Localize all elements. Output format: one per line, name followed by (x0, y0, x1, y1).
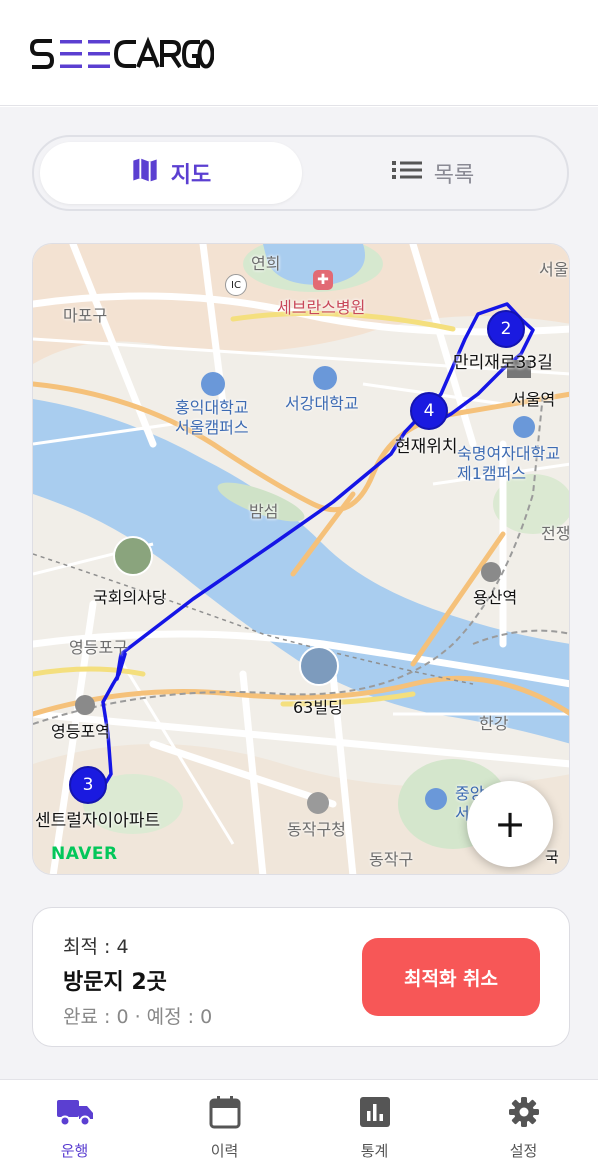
naver-logo: NAVER (51, 844, 118, 864)
app-logo (29, 36, 215, 76)
university-icon (425, 788, 447, 810)
ic-icon: IC (225, 274, 247, 296)
list-icon (391, 159, 422, 187)
station-icon (75, 695, 95, 715)
tab-history-label: 이력 (210, 1142, 239, 1160)
map-label-bamseom: 밤섬 (249, 502, 279, 521)
route-marker-2-label: 만리재로33길 (453, 353, 553, 373)
tab-stats-label: 통계 (360, 1142, 389, 1160)
map-label-hangang: 한강 (479, 714, 509, 733)
tab-settings-label: 설정 (509, 1142, 538, 1160)
tab-stats[interactable]: 통계 (300, 1080, 449, 1176)
view-toggle: 지도 목록 (32, 135, 569, 211)
main-content: 지도 목록 IC ✚ 연희 서울 세브란스병원 마포구 홍익대학교 서울캠퍼스 … (0, 107, 598, 1079)
visit-count: 방문지 2곳 (63, 970, 167, 995)
calendar-icon (209, 1094, 241, 1130)
bar-chart-icon (359, 1094, 390, 1130)
bottom-tab-bar: 운행 이력 통계 설정 (0, 1079, 598, 1176)
map-label-dongjak-office: 동작구청 (287, 820, 346, 839)
progress-status: 완료 : 0 · 예정 : 0 (63, 1006, 213, 1028)
map-label-yongsan-station: 용산역 (473, 588, 518, 607)
route-marker-4[interactable]: 4 (410, 392, 448, 430)
map-label-sookmyung-2: 제1캠퍼스 (457, 464, 527, 483)
map-label-63-building: 63빌딩 (293, 698, 343, 717)
tab-driving-label: 운행 (60, 1142, 89, 1160)
map-label-yeongdeungpo-station: 영등포역 (51, 722, 110, 741)
list-view-tab[interactable]: 목록 (302, 142, 564, 204)
map-label-yeonhui: 연희 (251, 254, 281, 273)
map-label-severance: 세브란스병원 (277, 298, 366, 317)
map-label-national-assembly: 국회의사당 (93, 588, 167, 607)
map-label-jeonjaeng: 전쟁 (541, 524, 570, 543)
building63-photo-icon (299, 646, 339, 686)
list-view-label: 목록 (433, 163, 475, 188)
map-view-label: 지도 (170, 163, 212, 188)
university-icon (313, 366, 337, 390)
tab-driving[interactable]: 운행 (0, 1080, 149, 1176)
current-location-label: 현재위치 (395, 437, 458, 457)
station-icon (481, 562, 501, 582)
government-office-icon (307, 792, 329, 814)
zoom-in-button[interactable]: + (467, 781, 553, 867)
map-label-hongik-2: 서울캠퍼스 (175, 418, 249, 437)
map-label-yeongdeungpo-gu: 영등포구 (69, 638, 128, 657)
map-icon (131, 156, 159, 190)
plus-icon: + (494, 802, 526, 846)
tab-history[interactable]: 이력 (150, 1080, 299, 1176)
national-assembly-photo-icon (113, 536, 153, 576)
ic-text: IC (231, 279, 241, 291)
university-icon (201, 372, 225, 396)
hospital-icon: ✚ (313, 270, 333, 290)
map-label-edge: 국 (545, 848, 559, 866)
tab-settings[interactable]: 설정 (449, 1080, 598, 1176)
university-icon (513, 416, 535, 438)
map-label-seoul: 서울 (539, 260, 569, 279)
route-marker-number: 4 (423, 401, 435, 421)
gear-icon (508, 1094, 540, 1130)
route-marker-number: 2 (500, 319, 512, 339)
map-label-sogang: 서강대학교 (285, 394, 359, 413)
route-marker-3[interactable]: 3 (69, 766, 107, 804)
route-marker-2[interactable]: 2 (487, 310, 525, 348)
map-label-dongjak: 동작구 (369, 850, 414, 869)
map-label-mapo: 마포구 (63, 306, 108, 325)
route-summary-card: 최적 : 4 방문지 2곳 완료 : 0 · 예정 : 0 최적화 취소 (32, 907, 570, 1047)
map-label-seoul-station: 서울역 (511, 390, 556, 409)
app-header (0, 0, 598, 106)
route-marker-3-label: 센트럴자이아파트 (35, 811, 161, 831)
route-map[interactable]: IC ✚ 연희 서울 세브란스병원 마포구 홍익대학교 서울캠퍼스 서강대학교 … (32, 243, 570, 875)
optimal-count: 최적 : 4 (63, 936, 129, 958)
route-marker-number: 3 (82, 775, 94, 795)
truck-icon (56, 1094, 94, 1130)
map-view-tab[interactable]: 지도 (40, 142, 302, 204)
cancel-optimization-button[interactable]: 최적화 취소 (362, 938, 540, 1016)
